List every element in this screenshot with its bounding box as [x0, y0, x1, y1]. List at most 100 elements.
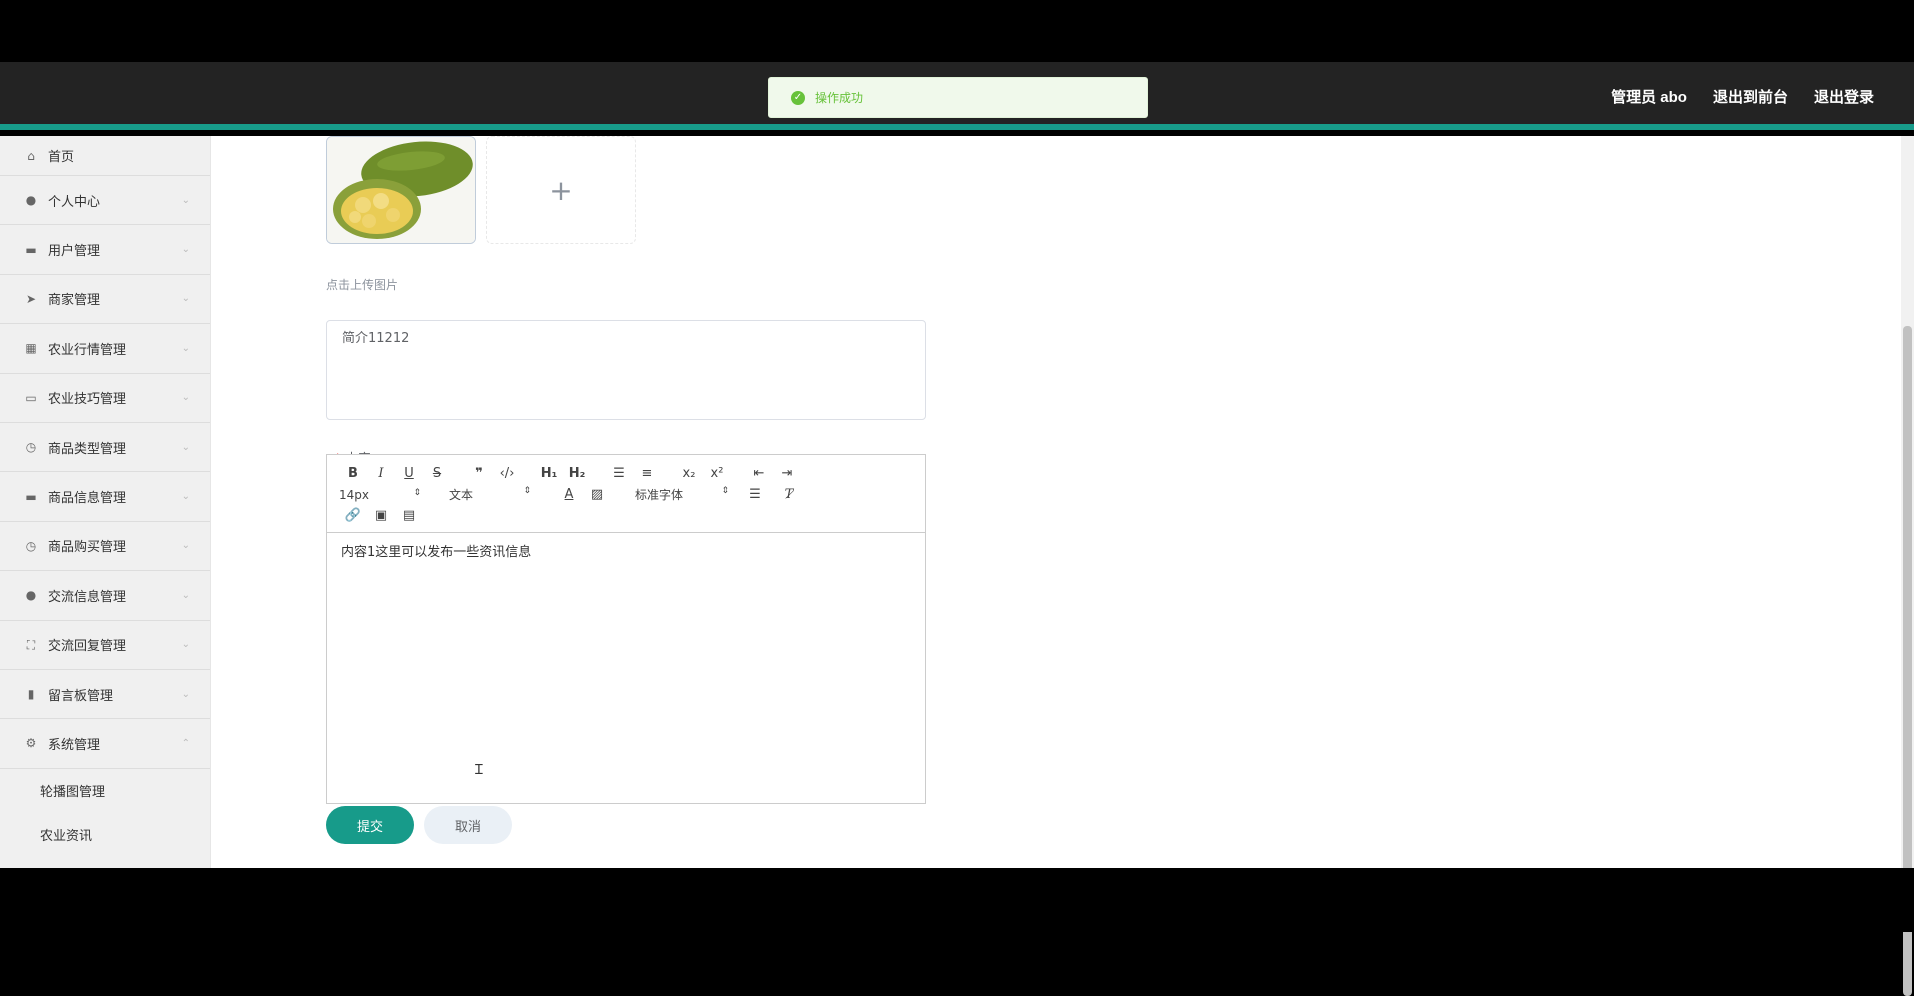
- sidebar-item-product-info[interactable]: ▬ 商品信息管理 ⌄: [0, 472, 210, 522]
- user-icon: ●: [25, 193, 37, 208]
- sidebar-item-label: 交流信息管理: [48, 589, 127, 605]
- sidebar-item-tips[interactable]: ▭ 农业技巧管理 ⌄: [0, 374, 210, 423]
- header-actions: 管理员 abo 退出到前台 退出登录: [1611, 86, 1874, 107]
- sidebar-item-users[interactable]: ▬ 用户管理 ⌄: [0, 225, 210, 275]
- sidebar-menu: ⌂ 首页 ● 个人中心 ⌄ ▬ 用户管理 ⌄ ➤ 商家管理 ⌄ ▦ 农业行情管理…: [0, 136, 211, 868]
- outdent-button[interactable]: ⇤: [745, 466, 773, 481]
- sidebar-item-label: 商品购买管理: [48, 540, 127, 556]
- video-frame-bottom: [0, 868, 1914, 932]
- chevron-down-icon: ⌄: [181, 540, 190, 552]
- chevron-down-icon: ⌄: [181, 342, 190, 354]
- exit-to-front-link[interactable]: 退出到前台: [1713, 86, 1788, 107]
- expand-icon: ⛶: [26, 637, 36, 652]
- heading2-button[interactable]: H₂: [563, 466, 591, 481]
- sidebar-item-market[interactable]: ▦ 农业行情管理 ⌄: [0, 324, 210, 374]
- bold-button[interactable]: B: [339, 466, 367, 481]
- clock-icon: ◷: [25, 538, 37, 553]
- monitor-icon: ▭: [25, 390, 37, 405]
- sidebar-item-label: 商品类型管理: [48, 441, 127, 457]
- font-family-select[interactable]: 标准字体 ⇕: [635, 486, 729, 503]
- rich-text-editor: B I U S ❞ ‹/› H₁ H₂ ☰ ≡ x₂ x² ⇤ ⇥ 14px ⇕…: [326, 454, 926, 804]
- card-icon: ▬: [25, 489, 37, 504]
- video-frame-top: [0, 0, 1914, 62]
- code-button[interactable]: ‹/›: [493, 466, 521, 481]
- sidebar-item-label: 系统管理: [48, 737, 101, 753]
- sidebar-item-label: 留言板管理: [48, 688, 114, 704]
- sidebar-item-personal[interactable]: ● 个人中心 ⌄: [0, 176, 210, 226]
- sidebar-item-guestbook[interactable]: ▮ 留言板管理 ⌄: [0, 670, 210, 720]
- submit-button[interactable]: 提交: [326, 806, 414, 844]
- editor-toolbar: B I U S ❞ ‹/› H₁ H₂ ☰ ≡ x₂ x² ⇤ ⇥ 14px ⇕…: [327, 455, 925, 533]
- clock-icon: ◷: [25, 440, 37, 455]
- jackfruit-image: [327, 137, 475, 243]
- bullet-list-button[interactable]: ≡: [633, 466, 661, 481]
- home-icon: ⌂: [27, 148, 35, 163]
- chevron-up-icon: ⌃: [181, 737, 190, 749]
- chevron-down-icon: ⌄: [181, 392, 190, 404]
- heading1-button[interactable]: H₁: [535, 466, 563, 481]
- sidebar-item-label: 商品信息管理: [48, 491, 127, 507]
- upload-add-button[interactable]: +: [486, 136, 636, 244]
- video-button[interactable]: ▤: [395, 508, 423, 523]
- blockquote-button[interactable]: ❞: [465, 466, 493, 481]
- chevron-down-icon: ⌄: [181, 491, 190, 503]
- success-icon: ✓: [791, 90, 805, 105]
- sidebar-item-purchases[interactable]: ◷ 商品购买管理 ⌄: [0, 522, 210, 572]
- background-color-button[interactable]: ▨: [583, 487, 611, 502]
- admin-user-label: 管理员 abo: [1611, 89, 1687, 106]
- toast-message: 操作成功: [815, 91, 864, 105]
- text-cursor-icon: Ɪ: [475, 762, 483, 778]
- chevron-down-icon: ⌄: [181, 441, 190, 453]
- chevron-down-icon: ⌄: [181, 589, 190, 601]
- sidebar-item-system[interactable]: ⚙ 系统管理 ⌃: [0, 719, 210, 769]
- clear-format-button[interactable]: T̷: [775, 487, 803, 502]
- chevron-down-icon: ⌄: [181, 293, 190, 305]
- sidebar-item-product-types[interactable]: ◷ 商品类型管理 ⌄: [0, 423, 210, 473]
- settings-icon: ⚙: [25, 736, 37, 751]
- cancel-button[interactable]: 取消: [424, 806, 512, 844]
- ordered-list-button[interactable]: ☰: [605, 466, 633, 481]
- plus-icon: +: [549, 173, 573, 207]
- select-caret-icon: ⇕: [413, 487, 421, 498]
- chevron-down-icon: ⌄: [181, 194, 190, 206]
- strikethrough-button[interactable]: S: [423, 466, 451, 481]
- select-caret-icon: ⇕: [721, 486, 729, 496]
- font-color-button[interactable]: A: [555, 487, 583, 502]
- align-button[interactable]: ☰: [741, 487, 769, 502]
- sidebar-item-merchants[interactable]: ➤ 商家管理 ⌄: [0, 275, 210, 325]
- indent-button[interactable]: ⇥: [773, 466, 801, 481]
- logout-link[interactable]: 退出登录: [1814, 86, 1874, 107]
- sidebar-item-label: 用户管理: [48, 244, 101, 260]
- select-caret-icon: ⇕: [523, 486, 531, 496]
- main-content: *图片 + 点击上传图片 简介 简介11212 *内容 B I U S ❞: [211, 136, 1901, 868]
- sidebar-item-label: 首页: [48, 150, 75, 165]
- editor-content[interactable]: 内容1这里可以发布一些资讯信息: [327, 533, 925, 568]
- link-button[interactable]: 🔗: [339, 508, 367, 523]
- upload-tip: 点击上传图片: [326, 278, 399, 292]
- grid-icon: ▦: [25, 341, 37, 356]
- sidebar-item-label: 交流回复管理: [48, 639, 127, 655]
- font-size-select[interactable]: 14px ⇕: [339, 488, 421, 502]
- text-type-select[interactable]: 文本 ⇕: [449, 486, 531, 503]
- sidebar-item-label: 个人中心: [48, 194, 101, 210]
- italic-button[interactable]: I: [367, 466, 395, 481]
- subscript-button[interactable]: x₂: [675, 466, 703, 481]
- sidebar-item-exchange[interactable]: ● 交流信息管理 ⌄: [0, 571, 210, 621]
- superscript-button[interactable]: x²: [703, 466, 731, 481]
- underline-button[interactable]: U: [395, 466, 423, 481]
- sidebar-item-home[interactable]: ⌂ 首页: [0, 136, 210, 176]
- success-toast: ✓ 操作成功: [768, 77, 1148, 118]
- page-scrollbar[interactable]: [1901, 136, 1914, 996]
- user-icon: ●: [25, 588, 37, 603]
- uploaded-image-thumbnail[interactable]: [326, 136, 476, 244]
- intro-textarea[interactable]: 简介11212: [326, 320, 926, 420]
- image-button[interactable]: ▣: [367, 508, 395, 523]
- sidebar-subitem-news[interactable]: 农业资讯: [0, 812, 210, 857]
- sidebar-item-label: 商家管理: [48, 293, 101, 309]
- sidebar-item-label: 农业技巧管理: [48, 392, 127, 408]
- send-icon: ➤: [25, 291, 37, 306]
- chevron-down-icon: ⌄: [181, 688, 190, 700]
- sidebar-item-replies[interactable]: ⛶ 交流回复管理 ⌄: [0, 621, 210, 670]
- card-icon: ▬: [25, 242, 37, 257]
- sidebar-subitem-carousel[interactable]: 轮播图管理: [0, 768, 210, 813]
